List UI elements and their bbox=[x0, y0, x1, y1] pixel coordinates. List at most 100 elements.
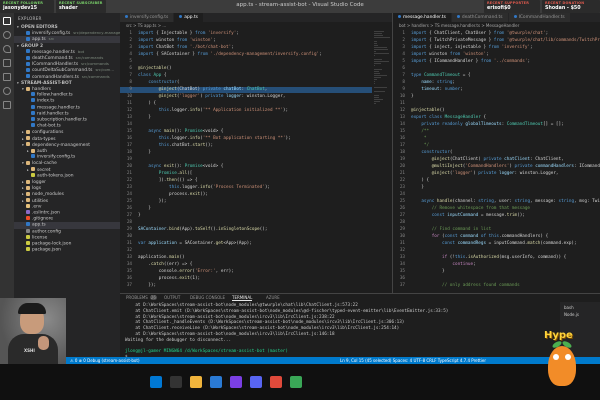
code-line[interactable]: 14 private readonly globalTimeouts: Comm… bbox=[393, 122, 600, 128]
code-line[interactable]: 28 bbox=[120, 220, 372, 226]
code-line[interactable]: 34 .catch((err) => { bbox=[120, 262, 372, 268]
windows-start-icon[interactable] bbox=[150, 376, 162, 388]
code-line[interactable]: 15 /** bbox=[393, 129, 600, 135]
code-line[interactable]: 17 this.chatBot.start(); bbox=[120, 143, 372, 149]
code-line[interactable]: 24 bbox=[393, 192, 600, 198]
terminal-list-node[interactable]: Node.js bbox=[564, 312, 579, 317]
code-line[interactable]: 11 bbox=[393, 101, 600, 107]
explorer-icon[interactable] bbox=[3, 17, 11, 25]
code-line[interactable]: 1 import { ChatClient, ChatUser } from '@… bbox=[393, 31, 600, 37]
left-minimap[interactable] bbox=[372, 29, 392, 293]
code-line[interactable]: 35 console.error('Error:', err); bbox=[120, 269, 372, 275]
status-right[interactable]: Ln 9, Col 15 (45 selected) Spaces: 4 UTF… bbox=[340, 358, 486, 363]
code-line[interactable]: 37 // only address found commands bbox=[393, 283, 600, 289]
code-line[interactable]: 2 import winston from 'winston'; bbox=[120, 38, 372, 44]
code-line[interactable]: 35 } bbox=[393, 269, 600, 275]
code-line[interactable]: 32 bbox=[393, 248, 600, 254]
code-line[interactable]: 23 } bbox=[393, 185, 600, 191]
taskbar-search-icon[interactable] bbox=[170, 376, 182, 388]
code-line[interactable]: 22 ) { bbox=[393, 178, 600, 184]
code-line[interactable]: 7 class App { bbox=[120, 73, 372, 79]
code-line[interactable]: 25 }); bbox=[120, 199, 372, 205]
code-line[interactable]: 26 } bbox=[120, 206, 372, 212]
code-line[interactable]: 3 import ChatBot from './bot/chat-bot'; bbox=[120, 45, 372, 51]
code-line[interactable]: 4 import winston from 'winston'; bbox=[393, 52, 600, 58]
discord-taskbar-icon[interactable] bbox=[250, 376, 262, 388]
code-line[interactable]: 9 timeout: number; bbox=[393, 87, 600, 93]
code-line[interactable]: 18 } bbox=[120, 150, 372, 156]
code-line[interactable]: 8 constructor( bbox=[120, 80, 372, 86]
code-line[interactable]: 31 const commandRegs = inputCommand.matc… bbox=[393, 241, 600, 247]
code-line[interactable]: 12 this.logger.info('** Application init… bbox=[120, 108, 372, 114]
code-line[interactable]: 27} bbox=[120, 213, 372, 219]
code-line[interactable]: 21 Promise.all([ bbox=[120, 171, 372, 177]
left-editor-tab[interactable]: app.ts bbox=[174, 13, 204, 22]
code-line[interactable]: 14 bbox=[120, 122, 372, 128]
code-line[interactable]: 36 bbox=[393, 276, 600, 282]
source-control-icon[interactable] bbox=[3, 45, 11, 53]
code-line[interactable]: 3 import { inject, injectable } from 'inv… bbox=[393, 45, 600, 51]
code-line[interactable]: 20 async exit(): Promise<void> { bbox=[120, 164, 372, 170]
code-line[interactable]: 23 this.logger.info('Process Terminated'… bbox=[120, 185, 372, 191]
panel-tab-output[interactable]: OUTPUT bbox=[164, 295, 180, 300]
code-line[interactable]: 37 }); bbox=[120, 283, 372, 289]
code-line[interactable]: 30 for (const command of this.commandHan… bbox=[393, 234, 600, 240]
code-line[interactable]: 22 ]).then(() => { bbox=[120, 178, 372, 184]
run-debug-icon[interactable] bbox=[3, 59, 11, 67]
code-line[interactable]: 5 import { ICommandHandler } from '../com… bbox=[393, 59, 600, 65]
chrome-taskbar-icon[interactable] bbox=[290, 376, 302, 388]
terminal-list-bash[interactable]: bash bbox=[564, 305, 574, 310]
left-code-editor[interactable]: 1 import { Injectable } from 'inversify';… bbox=[120, 29, 372, 293]
code-line[interactable]: 7 type CommandTimeout = { bbox=[393, 73, 600, 79]
code-line[interactable]: 33 application.main() bbox=[120, 255, 372, 261]
code-line[interactable]: 12 @injectable() bbox=[393, 108, 600, 114]
code-line[interactable]: 25 async handle(channel: string, user: s… bbox=[393, 199, 600, 205]
code-line[interactable]: 31 var application = SAContainer.get<App>… bbox=[120, 241, 372, 247]
vscode-taskbar-icon[interactable] bbox=[210, 376, 222, 388]
file-tree-item[interactable]: package.json bbox=[14, 247, 120, 253]
left-editor-tab[interactable]: inversify.config.ts bbox=[120, 13, 175, 22]
code-line[interactable]: 6 bbox=[393, 66, 600, 72]
search-icon[interactable] bbox=[3, 31, 11, 39]
code-line[interactable]: 1 import { Injectable } from 'inversify'; bbox=[120, 31, 372, 37]
testing-icon[interactable] bbox=[3, 101, 11, 109]
code-line[interactable]: 21 @inject('logger') private logger: win… bbox=[393, 171, 600, 177]
code-line[interactable]: 6 @injectable() bbox=[120, 66, 372, 72]
code-line[interactable]: 15 async main(): Promise<void> { bbox=[120, 129, 372, 135]
right-editor-tab[interactable]: ICommandHandler.ts bbox=[508, 13, 571, 22]
code-line[interactable]: 28 bbox=[393, 220, 600, 226]
obs-taskbar-icon[interactable] bbox=[270, 376, 282, 388]
code-line[interactable]: 13 } bbox=[120, 115, 372, 121]
code-line[interactable]: 26 // Remove whitespace from that messag… bbox=[393, 206, 600, 212]
left-breadcrumb[interactable]: src > TS app.ts > ... bbox=[120, 22, 392, 29]
panel-tab-azure[interactable]: AZURE bbox=[266, 295, 280, 300]
code-line[interactable]: 5 bbox=[120, 59, 372, 65]
code-line[interactable]: 9 @inject(ChatBot) private chatBot: Chat… bbox=[120, 87, 372, 93]
code-line[interactable]: 19 @inject(ChatClient) private chatClien… bbox=[393, 157, 600, 163]
code-line[interactable]: 4 import { SAContainer } from './dependen… bbox=[120, 52, 372, 58]
code-line[interactable]: 30 bbox=[120, 234, 372, 240]
code-line[interactable]: 24 process.exit(); bbox=[120, 192, 372, 198]
panel-tab-debug-console[interactable]: DEBUG CONSOLE bbox=[190, 295, 225, 300]
code-line[interactable]: 20 @multiInject('CommandHandlers') priva… bbox=[393, 164, 600, 170]
code-line[interactable]: 16 this.logger.info('** Bot application … bbox=[120, 136, 372, 142]
code-line[interactable]: 32 bbox=[120, 248, 372, 254]
code-line[interactable]: 10} bbox=[393, 94, 600, 100]
file-explorer-icon[interactable] bbox=[190, 376, 202, 388]
code-line[interactable]: 34 continue; bbox=[393, 262, 600, 268]
code-line[interactable]: 10 @inject('logger') private logger: win… bbox=[120, 94, 372, 100]
remote-explorer-icon[interactable] bbox=[3, 87, 11, 95]
code-line[interactable]: 19 bbox=[120, 157, 372, 163]
right-editor-tab[interactable]: deathCommand.ts bbox=[451, 13, 509, 22]
code-line[interactable]: 18 constructor( bbox=[393, 150, 600, 156]
code-line[interactable]: 16 * bbox=[393, 136, 600, 142]
twitch-taskbar-icon[interactable] bbox=[230, 376, 242, 388]
code-line[interactable]: 29 SAContainer.bind(App).toSelf().inSingl… bbox=[120, 227, 372, 233]
panel-tab-terminal[interactable]: TERMINAL bbox=[232, 295, 253, 301]
extensions-icon[interactable] bbox=[3, 73, 11, 81]
code-line[interactable]: 29 // Find command in list bbox=[393, 227, 600, 233]
code-line[interactable]: 2 import { TwitchPrivateMessage } from '@… bbox=[393, 38, 600, 44]
code-line[interactable]: 27 const inputCommand = message.trim(); bbox=[393, 213, 600, 219]
panel-tab-problems[interactable]: PROBLEMS 26 bbox=[126, 295, 157, 300]
code-line[interactable]: 17 */ bbox=[393, 143, 600, 149]
